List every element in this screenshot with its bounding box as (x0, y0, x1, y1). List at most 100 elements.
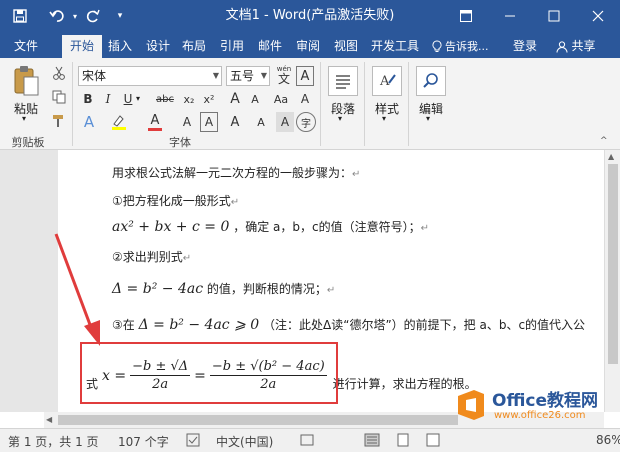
font-size-value: 五号 (230, 69, 255, 83)
read-mode-icon[interactable] (364, 433, 380, 450)
change-case-button[interactable]: Aa (270, 90, 292, 108)
shrink-a-icon[interactable]: A (252, 112, 270, 132)
strikethrough-button[interactable]: abc (154, 90, 176, 108)
underline-button[interactable]: U (120, 90, 136, 108)
tell-me-box[interactable]: 告诉我... (432, 35, 502, 58)
char-shading-icon[interactable]: A (200, 112, 218, 132)
proofing-icon[interactable] (186, 433, 200, 450)
text-effects-button[interactable]: A (80, 112, 98, 132)
scroll-thumb[interactable] (58, 415, 458, 425)
highlight-icon[interactable] (108, 112, 130, 132)
font-name-combo[interactable]: 宋体 ▼ (78, 66, 222, 86)
scroll-thumb[interactable] (608, 164, 618, 364)
share-label: 共享 (571, 39, 596, 53)
tab-developer[interactable]: 开发工具 (366, 35, 424, 58)
doc-text: ①把方程化成一般形式 (112, 194, 231, 208)
customize-icon[interactable]: ▾ (112, 0, 128, 32)
font-color-button[interactable]: A (144, 112, 166, 132)
styles-icon[interactable]: A (372, 66, 402, 96)
separator (408, 62, 409, 146)
tab-home[interactable]: 开始 (62, 35, 102, 58)
paragraph-label[interactable]: 段落 (326, 100, 360, 117)
ribbon-display-icon[interactable] (444, 0, 488, 32)
shrink-font-button[interactable]: A (246, 90, 264, 108)
styles-dropdown-icon[interactable]: ▾ (382, 114, 386, 123)
redo-icon[interactable] (82, 0, 104, 32)
search-icon[interactable] (416, 66, 446, 96)
clear-formatting-button[interactable]: A (296, 90, 314, 108)
tab-view[interactable]: 视图 (328, 35, 364, 58)
web-layout-icon[interactable] (426, 433, 440, 450)
document-area: 用求根公式法解一元二次方程的一般步骤为：↵ ①把方程化成一般形式↵ ax² + … (0, 150, 604, 412)
phonetic-guide-button[interactable]: wén 文 (274, 64, 294, 86)
chevron-down-icon[interactable]: ▼ (213, 67, 219, 85)
macro-icon[interactable] (300, 433, 314, 450)
collapse-ribbon-icon[interactable]: ^ (600, 136, 608, 146)
maximize-icon[interactable] (532, 0, 576, 32)
editing-label[interactable]: 编辑 (414, 100, 448, 117)
separator (320, 62, 321, 146)
scroll-left-icon[interactable]: ◀ (46, 415, 52, 424)
lightbulb-icon (432, 40, 442, 52)
tab-file[interactable]: 文件 (6, 35, 46, 58)
shading-icon[interactable]: A (178, 112, 196, 132)
vertical-scrollbar[interactable]: ▲ (604, 150, 620, 412)
format-painter-icon[interactable] (50, 112, 68, 130)
login-link[interactable]: 登录 (508, 35, 542, 58)
watermark-brand: Office教程网 (492, 391, 599, 411)
doc-text: ②求出判别式 (112, 250, 183, 264)
bold-button[interactable]: B (80, 90, 96, 108)
font-size-combo[interactable]: 五号 ▼ (226, 66, 270, 86)
ribbon-home: 粘贴 ▾ 剪贴板 宋体 ▼ 五号 ▼ wén 文 A B I U ▾ abc x… (0, 58, 620, 150)
doc-line-2: ①把方程化成一般形式↵ (112, 194, 240, 208)
person-icon (556, 40, 568, 53)
grow-a-icon[interactable]: A (226, 112, 244, 132)
paste-dropdown-icon[interactable]: ▾ (22, 114, 26, 123)
tab-mailings[interactable]: 邮件 (252, 35, 288, 58)
save-icon[interactable] (8, 0, 32, 32)
undo-dropdown-icon[interactable]: ▾ (70, 0, 80, 32)
print-layout-icon[interactable] (396, 433, 410, 450)
undo-icon[interactable] (44, 0, 70, 32)
tab-layout[interactable]: 布局 (176, 35, 212, 58)
paragraph-dropdown-icon[interactable]: ▾ (338, 114, 342, 123)
italic-button[interactable]: I (100, 90, 116, 108)
close-icon[interactable] (576, 0, 620, 32)
discriminant-equation: Δ = b² − 4ac (112, 281, 204, 297)
grow-font-button[interactable]: A (226, 90, 244, 108)
char-shade-icon[interactable]: A (276, 112, 294, 132)
enclose-char-button[interactable]: 字 (296, 112, 316, 132)
underline-dropdown-icon[interactable]: ▾ (136, 94, 140, 103)
paste-icon[interactable] (10, 64, 42, 98)
ribbon-tabs: 文件 开始 插入 设计 布局 引用 邮件 审阅 视图 开发工具 告诉我... 登… (0, 32, 620, 58)
doc-line-1: 用求根公式法解一元二次方程的一般步骤为：↵ (112, 166, 361, 180)
page-count[interactable]: 第 1 页，共 1 页 (8, 433, 99, 450)
editing-dropdown-icon[interactable]: ▾ (426, 114, 430, 123)
tab-references[interactable]: 引用 (214, 35, 250, 58)
doc-text: 的值，判断根的情况； (206, 282, 327, 296)
subscript-button[interactable]: x₂ (180, 90, 198, 108)
office-logo-icon (458, 390, 484, 420)
scroll-up-icon[interactable]: ▲ (608, 152, 614, 161)
share-button[interactable]: 共享 (548, 35, 604, 58)
separator (364, 62, 365, 146)
paragraph-icon[interactable] (328, 66, 358, 96)
tab-design[interactable]: 设计 (140, 35, 176, 58)
font-name-value: 宋体 (82, 69, 107, 83)
styles-label[interactable]: 样式 (370, 100, 404, 117)
language[interactable]: 中文(中国) (216, 433, 273, 450)
svg-text:A: A (379, 74, 390, 89)
tab-insert[interactable]: 插入 (102, 35, 138, 58)
doc-line-3: ax² + bx + c = 0 ，确定 a，b，c的值（注意符号）；↵ (112, 219, 429, 235)
superscript-button[interactable]: x² (200, 90, 218, 108)
zoom-level[interactable]: 86% (596, 433, 620, 447)
doc-text: ，确定 a，b，c的值（注意符号）； (233, 220, 421, 234)
cut-icon[interactable] (50, 64, 68, 82)
tab-review[interactable]: 审阅 (290, 35, 326, 58)
minimize-icon[interactable] (488, 0, 532, 32)
word-count[interactable]: 107 个字 (118, 433, 169, 450)
chevron-down-icon[interactable]: ▼ (261, 67, 267, 85)
annotation-arrow-icon (54, 233, 100, 346)
char-border-button[interactable]: A (296, 66, 314, 86)
copy-icon[interactable] (50, 88, 68, 106)
